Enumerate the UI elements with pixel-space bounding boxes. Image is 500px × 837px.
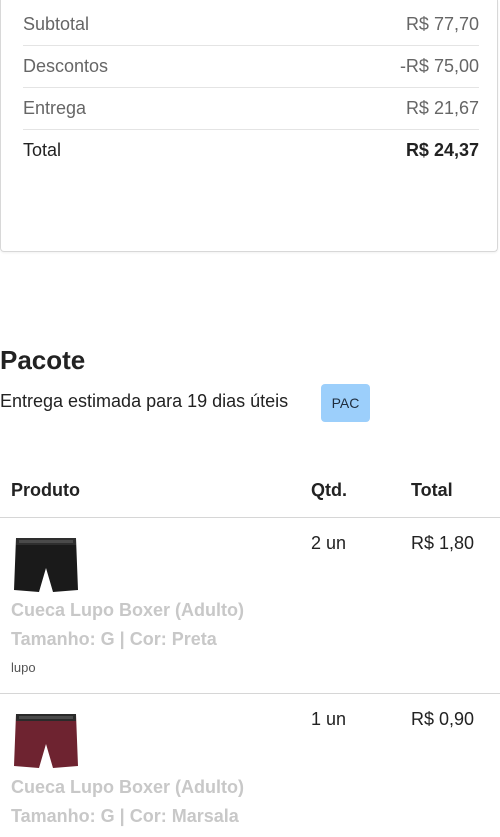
summary-label: Entrega <box>23 98 87 118</box>
summary-row-shipping: Entrega R$ 21,67 <box>23 88 479 130</box>
delivery-estimate: Entrega estimada para 19 dias úteis <box>0 391 289 411</box>
product-qty: 2 un <box>311 533 347 553</box>
product-variant: Tamanho: G | Cor: Marsala <box>11 806 239 826</box>
product-brand: lupo <box>11 660 36 675</box>
summary-value: R$ 21,67 <box>405 98 479 118</box>
table-header-divider <box>0 517 500 518</box>
product-variant: Tamanho: G | Cor: Preta <box>11 629 217 649</box>
column-header-total: Total <box>411 480 453 500</box>
product-qty: 1 un <box>311 709 347 729</box>
product-name[interactable]: Cueca Lupo Boxer (Adulto) <box>11 600 244 621</box>
summary-row-total: Total R$ 24,37 <box>23 130 479 171</box>
column-header-product: Produto <box>11 480 80 500</box>
summary-value: R$ 24,37 <box>405 140 479 160</box>
package-title: Pacote <box>0 345 86 375</box>
shipping-method-badge: PAC <box>321 384 370 422</box>
product-image[interactable] <box>11 708 81 770</box>
product-image[interactable] <box>11 532 81 594</box>
summary-row-subtotal: Subtotal R$ 77,70 <box>23 4 479 46</box>
summary-value: R$ 77,70 <box>405 14 479 34</box>
product-name[interactable]: Cueca Lupo Boxer (Adulto) <box>11 777 244 798</box>
product-total: R$ 0,90 <box>411 709 475 729</box>
product-total: R$ 1,80 <box>411 533 475 553</box>
summary-label: Descontos <box>23 56 109 76</box>
summary-row-discounts: Descontos -R$ 75,00 <box>23 46 479 88</box>
column-header-qty: Qtd. <box>311 480 347 500</box>
summary-value: -R$ 75,00 <box>399 56 479 76</box>
summary-label: Subtotal <box>23 14 90 34</box>
summary-label: Total <box>23 140 62 160</box>
row-divider <box>0 693 500 694</box>
order-summary-card: Subtotal R$ 77,70 Descontos -R$ 75,00 En… <box>0 0 498 252</box>
